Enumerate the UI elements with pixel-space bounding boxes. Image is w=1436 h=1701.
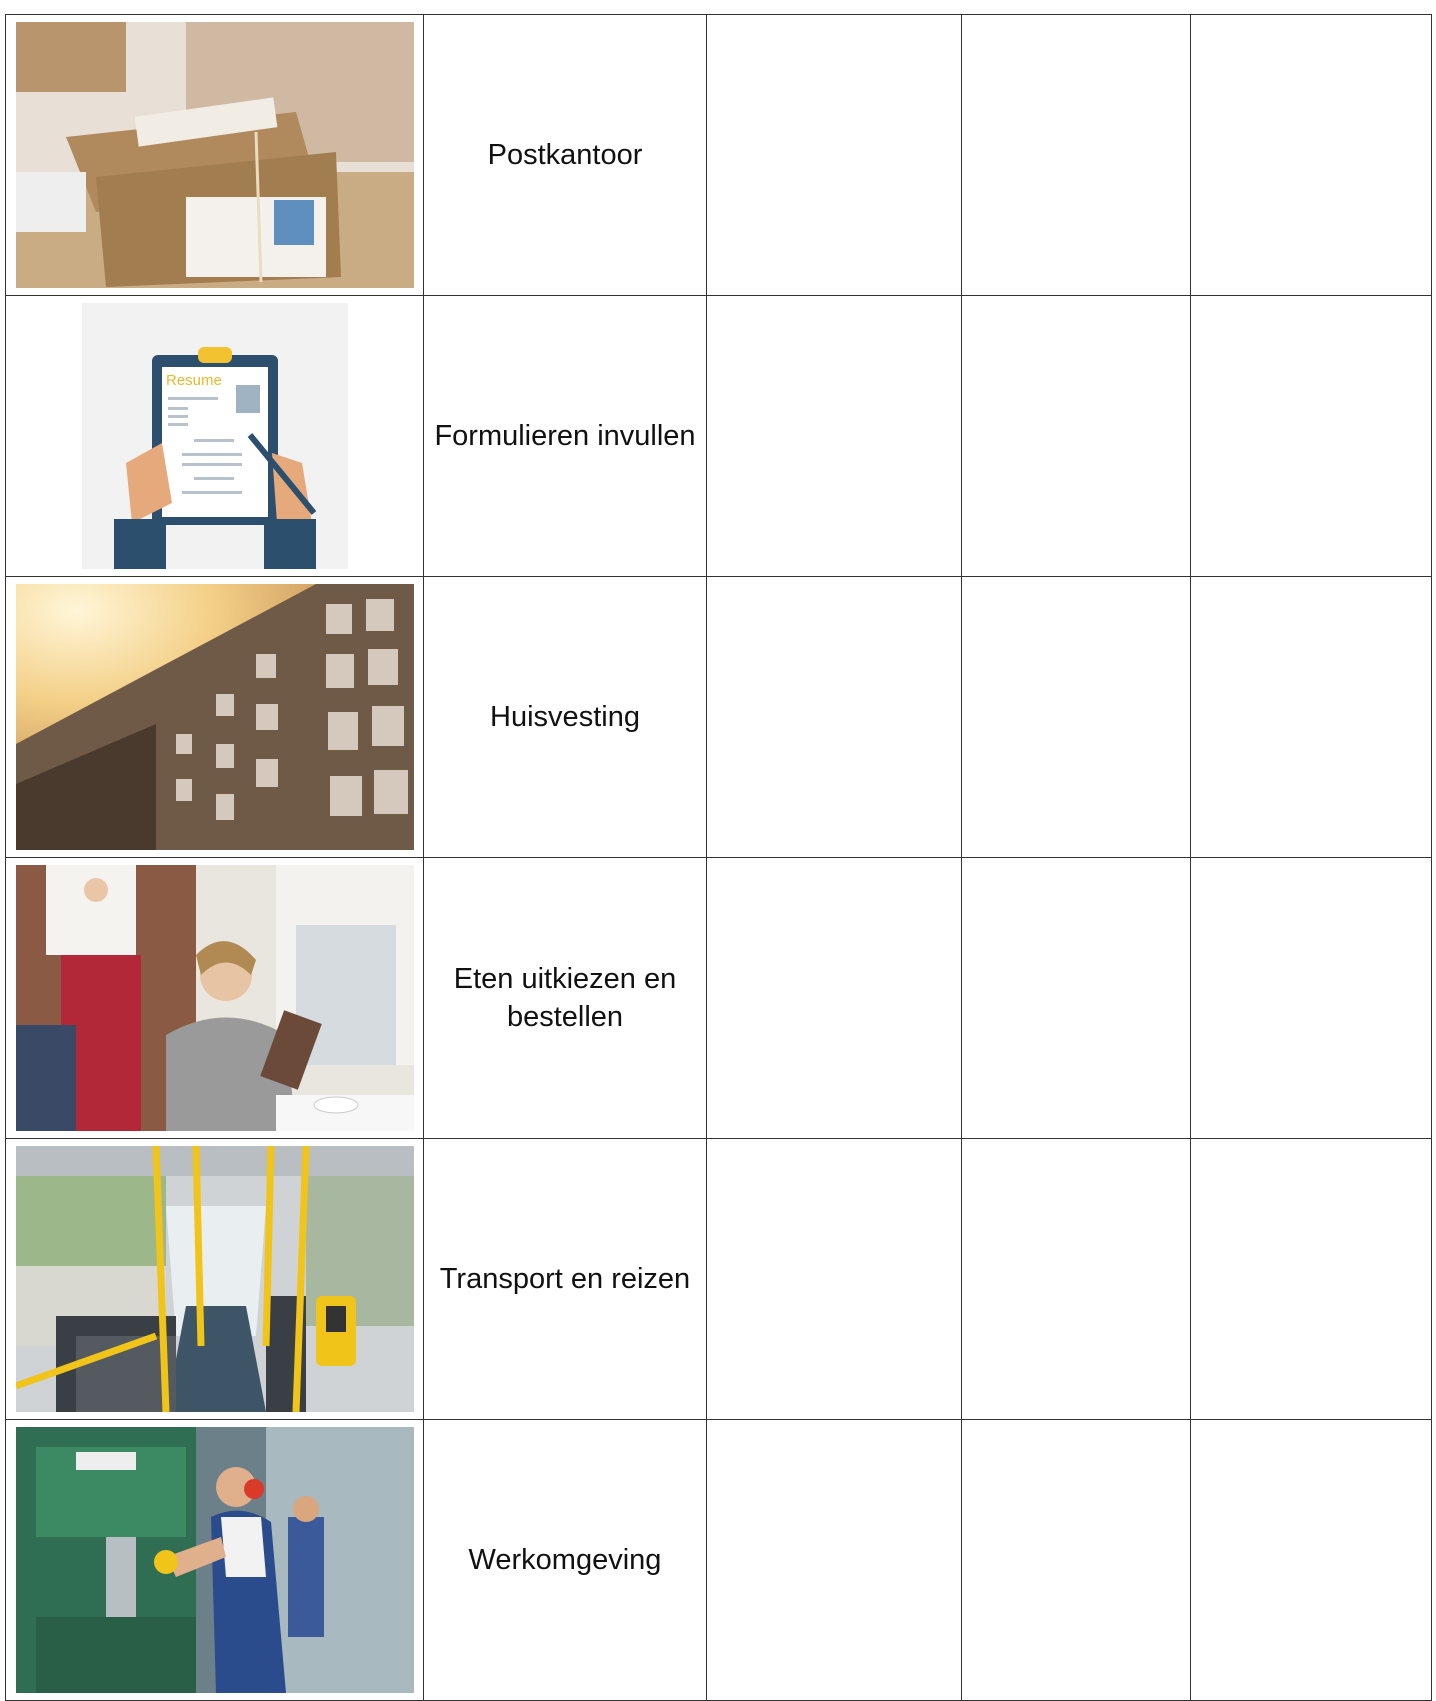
resume-clipboard-illustration: Resume (81, 303, 348, 569)
table-row: Eten uitkiezen en bestellen (5, 857, 1432, 1139)
row-label: Huisvesting (423, 576, 707, 858)
empty-cell[interactable] (961, 857, 1191, 1139)
parcels-photo (15, 22, 414, 288)
table-row: Resume Formulieren invullen (5, 295, 1432, 577)
table-row: Postkantoor (5, 14, 1432, 296)
image-cell (5, 576, 424, 858)
empty-cell[interactable] (961, 295, 1191, 577)
image-cell (5, 14, 424, 296)
empty-cell[interactable] (706, 1419, 962, 1701)
factory-worker-photo (15, 1427, 414, 1693)
empty-cell[interactable] (706, 1138, 962, 1420)
empty-cell[interactable] (1190, 295, 1432, 577)
row-label: Formulieren invullen (423, 295, 707, 577)
empty-cell[interactable] (1190, 14, 1432, 296)
empty-cell[interactable] (706, 295, 962, 577)
empty-cell[interactable] (961, 1138, 1191, 1420)
table-row: Transport en reizen (5, 1138, 1432, 1420)
image-cell: Resume (5, 295, 424, 577)
image-cell (5, 1138, 424, 1420)
empty-cell[interactable] (961, 1419, 1191, 1701)
empty-cell[interactable] (1190, 1138, 1432, 1420)
empty-cell[interactable] (1190, 857, 1432, 1139)
empty-cell[interactable] (706, 576, 962, 858)
table-row: Werkomgeving (5, 1419, 1432, 1701)
row-label: Werkomgeving (423, 1419, 707, 1701)
empty-cell[interactable] (1190, 1419, 1432, 1701)
empty-cell[interactable] (1190, 576, 1432, 858)
empty-cell[interactable] (961, 576, 1191, 858)
resume-title: Resume (166, 372, 222, 389)
apartment-building-photo (15, 584, 414, 850)
row-label: Transport en reizen (423, 1138, 707, 1420)
image-cell (5, 1419, 424, 1701)
table-row: Huisvesting (5, 576, 1432, 858)
row-label: Eten uitkiezen en bestellen (423, 857, 707, 1139)
restaurant-order-photo (15, 865, 414, 1131)
bus-interior-photo (15, 1146, 414, 1412)
row-label: Postkantoor (423, 14, 707, 296)
empty-cell[interactable] (961, 14, 1191, 296)
activity-table: Postkantoor Resume Formulieren invullen … (5, 14, 1432, 1701)
image-cell (5, 857, 424, 1139)
empty-cell[interactable] (706, 857, 962, 1139)
empty-cell[interactable] (706, 14, 962, 296)
